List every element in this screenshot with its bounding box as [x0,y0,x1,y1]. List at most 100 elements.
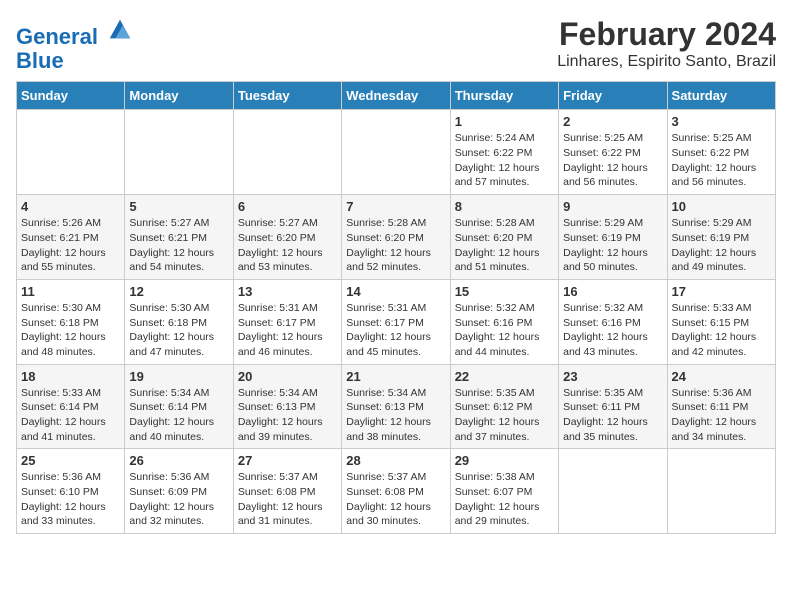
day-number: 14 [346,284,445,299]
calendar-cell [17,110,125,195]
day-info: Sunrise: 5:37 AM Sunset: 6:08 PM Dayligh… [238,470,337,529]
calendar-header-row: SundayMondayTuesdayWednesdayThursdayFrid… [17,82,776,110]
day-info: Sunrise: 5:34 AM Sunset: 6:14 PM Dayligh… [129,386,228,445]
col-header-thursday: Thursday [450,82,558,110]
calendar-week-row: 1 Sunrise: 5:24 AM Sunset: 6:22 PM Daylig… [17,110,776,195]
col-header-wednesday: Wednesday [342,82,450,110]
col-header-sunday: Sunday [17,82,125,110]
day-number: 3 [672,114,771,129]
day-number: 8 [455,199,554,214]
calendar-week-row: 11 Sunrise: 5:30 AM Sunset: 6:18 PM Dayli… [17,279,776,364]
day-info: Sunrise: 5:34 AM Sunset: 6:13 PM Dayligh… [238,386,337,445]
day-number: 11 [21,284,120,299]
day-info: Sunrise: 5:32 AM Sunset: 6:16 PM Dayligh… [563,301,662,360]
day-number: 22 [455,369,554,384]
calendar-cell: 2Sunrise: 5:25 AM Sunset: 6:22 PM Daylig… [559,110,667,195]
calendar-cell [233,110,341,195]
calendar-cell: 1 Sunrise: 5:24 AM Sunset: 6:22 PM Daylig… [450,110,558,195]
day-number: 19 [129,369,228,384]
day-number: 9 [563,199,662,214]
day-info: Sunrise: 5:33 AM Sunset: 6:15 PM Dayligh… [672,301,771,360]
day-info: Sunrise: 5:36 AM Sunset: 6:09 PM Dayligh… [129,470,228,529]
calendar-cell: 8 Sunrise: 5:28 AM Sunset: 6:20 PM Daylig… [450,195,558,280]
day-number: 15 [455,284,554,299]
day-number: 17 [672,284,771,299]
calendar-cell: 20 Sunrise: 5:34 AM Sunset: 6:13 PM Dayli… [233,364,341,449]
day-info: Sunrise: 5:31 AM Sunset: 6:17 PM Dayligh… [238,301,337,360]
calendar-table: SundayMondayTuesdayWednesdayThursdayFrid… [16,81,776,534]
day-number: 27 [238,453,337,468]
calendar-cell: 23 Sunrise: 5:35 AM Sunset: 6:11 PM Dayli… [559,364,667,449]
calendar-cell: 11 Sunrise: 5:30 AM Sunset: 6:18 PM Dayli… [17,279,125,364]
calendar-cell: 18Sunrise: 5:33 AM Sunset: 6:14 PM Dayli… [17,364,125,449]
day-info: Sunrise: 5:27 AM Sunset: 6:21 PM Dayligh… [129,216,228,275]
col-header-tuesday: Tuesday [233,82,341,110]
day-number: 20 [238,369,337,384]
calendar-cell [559,449,667,534]
day-info: Sunrise: 5:35 AM Sunset: 6:11 PM Dayligh… [563,386,662,445]
col-header-monday: Monday [125,82,233,110]
calendar-cell: 22 Sunrise: 5:35 AM Sunset: 6:12 PM Dayli… [450,364,558,449]
day-number: 23 [563,369,662,384]
calendar-cell: 9 Sunrise: 5:29 AM Sunset: 6:19 PM Daylig… [559,195,667,280]
day-number: 28 [346,453,445,468]
day-number: 21 [346,369,445,384]
calendar-cell: 27 Sunrise: 5:37 AM Sunset: 6:08 PM Dayli… [233,449,341,534]
day-number: 25 [21,453,120,468]
title-block: February 2024 Linhares, Espirito Santo, … [557,16,776,71]
day-info: Sunrise: 5:25 AM Sunset: 6:22 PM Dayligh… [563,131,662,190]
day-info: Sunrise: 5:29 AM Sunset: 6:19 PM Dayligh… [672,216,771,275]
calendar-cell: 29 Sunrise: 5:38 AM Sunset: 6:07 PM Dayli… [450,449,558,534]
day-number: 16 [563,284,662,299]
calendar-week-row: 18Sunrise: 5:33 AM Sunset: 6:14 PM Dayli… [17,364,776,449]
day-info: Sunrise: 5:30 AM Sunset: 6:18 PM Dayligh… [21,301,120,360]
day-info: Sunrise: 5:37 AM Sunset: 6:08 PM Dayligh… [346,470,445,529]
calendar-cell [125,110,233,195]
calendar-cell: 12 Sunrise: 5:30 AM Sunset: 6:18 PM Dayli… [125,279,233,364]
calendar-cell: 17 Sunrise: 5:33 AM Sunset: 6:15 PM Dayli… [667,279,775,364]
day-info: Sunrise: 5:38 AM Sunset: 6:07 PM Dayligh… [455,470,554,529]
day-info: Sunrise: 5:30 AM Sunset: 6:18 PM Dayligh… [129,301,228,360]
day-info: Sunrise: 5:29 AM Sunset: 6:19 PM Dayligh… [563,216,662,275]
calendar-cell: 16 Sunrise: 5:32 AM Sunset: 6:16 PM Dayli… [559,279,667,364]
day-info: Sunrise: 5:24 AM Sunset: 6:22 PM Dayligh… [455,131,554,190]
day-number: 7 [346,199,445,214]
page-header: General Blue February 2024 Linhares, Esp… [16,16,776,73]
day-number: 4 [21,199,120,214]
calendar-cell: 15 Sunrise: 5:32 AM Sunset: 6:16 PM Dayli… [450,279,558,364]
calendar-cell: 19 Sunrise: 5:34 AM Sunset: 6:14 PM Dayli… [125,364,233,449]
calendar-cell: 24Sunrise: 5:36 AM Sunset: 6:11 PM Dayli… [667,364,775,449]
page-subtitle: Linhares, Espirito Santo, Brazil [557,53,776,71]
calendar-cell: 14Sunrise: 5:31 AM Sunset: 6:17 PM Dayli… [342,279,450,364]
calendar-week-row: 25 Sunrise: 5:36 AM Sunset: 6:10 PM Dayli… [17,449,776,534]
day-number: 18 [21,369,120,384]
day-number: 26 [129,453,228,468]
col-header-friday: Friday [559,82,667,110]
day-number: 24 [672,369,771,384]
calendar-cell [342,110,450,195]
page-title: February 2024 [557,16,776,53]
day-number: 6 [238,199,337,214]
day-number: 29 [455,453,554,468]
calendar-cell: 3Sunrise: 5:25 AM Sunset: 6:22 PM Daylig… [667,110,775,195]
day-number: 12 [129,284,228,299]
calendar-cell: 21 Sunrise: 5:34 AM Sunset: 6:13 PM Dayli… [342,364,450,449]
calendar-week-row: 4Sunrise: 5:26 AM Sunset: 6:21 PM Daylig… [17,195,776,280]
calendar-cell: 10 Sunrise: 5:29 AM Sunset: 6:19 PM Dayli… [667,195,775,280]
day-info: Sunrise: 5:35 AM Sunset: 6:12 PM Dayligh… [455,386,554,445]
day-number: 13 [238,284,337,299]
calendar-cell: 28 Sunrise: 5:37 AM Sunset: 6:08 PM Dayli… [342,449,450,534]
day-info: Sunrise: 5:28 AM Sunset: 6:20 PM Dayligh… [455,216,554,275]
calendar-cell: 7Sunrise: 5:28 AM Sunset: 6:20 PM Daylig… [342,195,450,280]
logo-text: General Blue [16,16,134,73]
calendar-cell: 26 Sunrise: 5:36 AM Sunset: 6:09 PM Dayli… [125,449,233,534]
day-info: Sunrise: 5:34 AM Sunset: 6:13 PM Dayligh… [346,386,445,445]
calendar-cell: 25 Sunrise: 5:36 AM Sunset: 6:10 PM Dayli… [17,449,125,534]
day-number: 10 [672,199,771,214]
day-info: Sunrise: 5:36 AM Sunset: 6:10 PM Dayligh… [21,470,120,529]
day-info: Sunrise: 5:32 AM Sunset: 6:16 PM Dayligh… [455,301,554,360]
logo: General Blue [16,16,134,73]
calendar-cell [667,449,775,534]
calendar-cell: 6Sunrise: 5:27 AM Sunset: 6:20 PM Daylig… [233,195,341,280]
day-number: 1 [455,114,554,129]
